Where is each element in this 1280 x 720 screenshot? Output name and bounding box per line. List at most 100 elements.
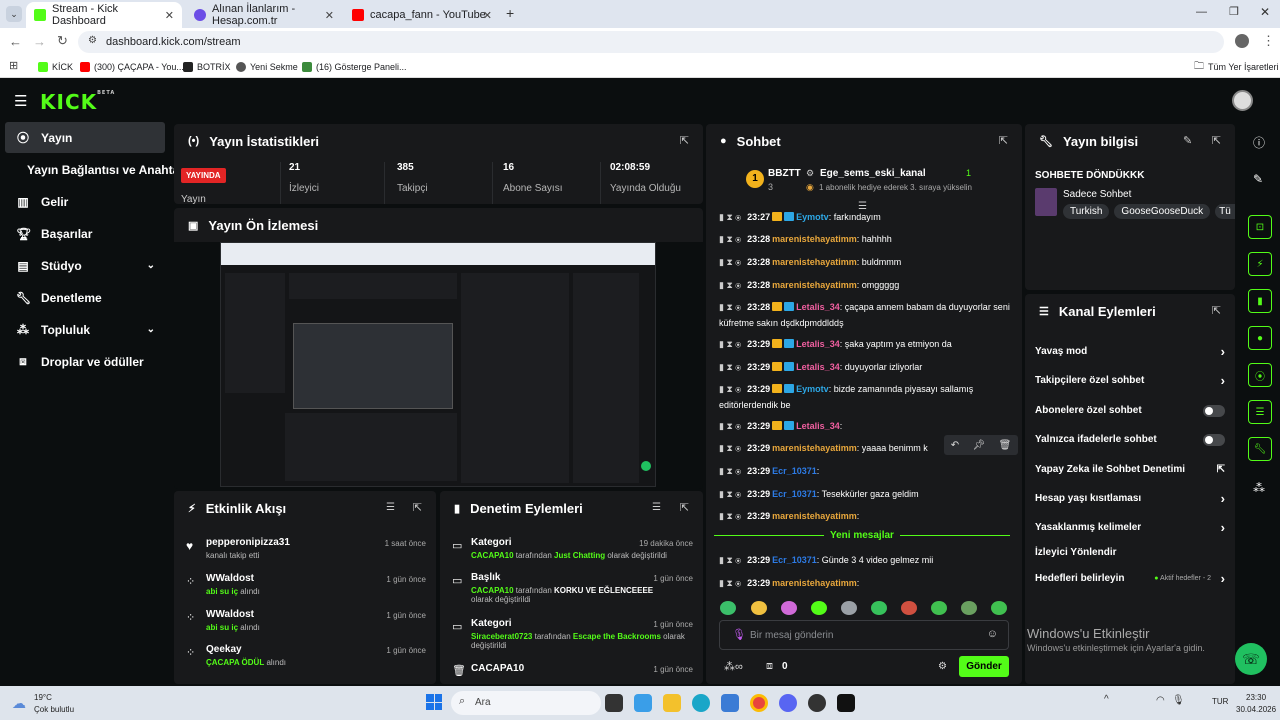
- action-emotes-only[interactable]: Yalnızca ifadelerle sohbet: [1035, 433, 1225, 446]
- quick-action-list-icon[interactable]: ☰: [1248, 400, 1272, 424]
- back-icon[interactable]: ←: [9, 34, 22, 49]
- chat-message[interactable]: ▮ ⧗ ⦿ 23:28 Letalis_34: çaçapa annem babam…: [719, 299, 1014, 331]
- tray-chevron-icon[interactable]: ^: [1104, 694, 1109, 705]
- chat-message[interactable]: ▮ ⧗ ⦿ 23:28 marenistehayatimm: hahhhh: [719, 231, 1014, 247]
- tag[interactable]: Tü: [1215, 204, 1235, 219]
- action-banned-words[interactable]: Yasaklanmış kelimeler ›: [1035, 520, 1225, 535]
- filter-icon[interactable]: ☰: [652, 502, 661, 513]
- action-goals[interactable]: Hedefleri belirleyin ● Aktif hedefler - 2…: [1035, 571, 1225, 586]
- message-username[interactable]: marenistehayatimm: [772, 257, 857, 267]
- action-ai-moderation[interactable]: Yapay Zeka ile Sohbet Denetimi ⇱: [1035, 464, 1225, 475]
- close-window-icon[interactable]: ✕: [1260, 5, 1270, 19]
- filter-icon[interactable]: ☰: [386, 502, 395, 513]
- microphone-icon[interactable]: 🎙︎: [732, 628, 746, 641]
- clock-time[interactable]: 23:30: [1246, 693, 1266, 702]
- chat-message[interactable]: ▮ ⧗ ⦿ 23:28 marenistehayatimm: omggggg: [719, 277, 1014, 293]
- message-username[interactable]: marenistehayatimm: [772, 234, 857, 244]
- message-mod-icons[interactable]: ▮ ⧗ ⦿: [719, 511, 741, 521]
- emote-icon[interactable]: [781, 601, 797, 615]
- bookmark-dashboard[interactable]: (16) Gösterge Paneli...: [302, 60, 407, 74]
- message-username[interactable]: marenistehayatimm: [772, 511, 857, 521]
- quick-action-lightning-icon[interactable]: ⚡︎: [1248, 252, 1272, 276]
- message-username[interactable]: Letalis_34: [796, 362, 840, 372]
- action-subscribers-only[interactable]: Abonelere özel sohbet: [1035, 404, 1225, 417]
- sidebar-item-basarilar[interactable]: 🏆︎ Başarılar: [5, 218, 165, 249]
- emote-icon[interactable]: [961, 601, 977, 615]
- user-avatar[interactable]: [1232, 90, 1253, 111]
- chat-message[interactable]: ▮ ⧗ ⦿ 23:29 marenistehayatimm:: [719, 508, 1014, 524]
- emote-icon[interactable]: [811, 601, 827, 615]
- store-icon[interactable]: [721, 694, 739, 712]
- close-tab-icon[interactable]: ✕: [325, 9, 334, 22]
- tab-youtube[interactable]: cacapa_fann - YouTube ✕: [344, 2, 500, 28]
- message-mod-icons[interactable]: ▮ ⧗ ⦿: [719, 443, 741, 453]
- site-info-icon[interactable]: ⚙: [88, 35, 97, 46]
- stream-preview-video[interactable]: [220, 242, 656, 487]
- chat-message[interactable]: ▮ ⧗ ⦿ 23:29 Letalis_34: şaka yaptım ya etm…: [719, 336, 1014, 352]
- message-mod-icons[interactable]: ▮ ⧗ ⦿: [719, 302, 741, 312]
- apps-grid-icon[interactable]: ⊞: [9, 59, 18, 72]
- pin-icon[interactable]: 📌︎: [972, 440, 985, 451]
- emote-icon[interactable]: [841, 601, 857, 615]
- message-username[interactable]: Eymotv: [796, 384, 829, 394]
- action-followers-only[interactable]: Takipçilere özel sohbet ›: [1035, 373, 1225, 388]
- emotes-only-toggle[interactable]: [1203, 433, 1225, 446]
- emote-icon[interactable]: [901, 601, 917, 615]
- bookmark-botrix[interactable]: BOTRİX: [183, 60, 231, 74]
- file-explorer-icon[interactable]: [663, 694, 681, 712]
- quick-action-wrench-icon[interactable]: 🔧︎: [1248, 437, 1272, 461]
- message-mod-icons[interactable]: ▮ ⧗ ⦿: [719, 257, 741, 267]
- chat-message[interactable]: ▮ ⧗ ⦿ 23:27 Eymotv: farkındayım: [719, 209, 1014, 225]
- message-username[interactable]: Ecr_10371: [772, 489, 817, 499]
- chrome-icon[interactable]: [750, 694, 768, 712]
- copilot-icon[interactable]: [634, 694, 652, 712]
- reload-icon[interactable]: ↻: [57, 33, 68, 49]
- message-username[interactable]: Letalis_34: [796, 421, 840, 431]
- network-icon[interactable]: ◠: [1156, 695, 1165, 706]
- taskview-icon[interactable]: [605, 694, 623, 712]
- popout-icon[interactable]: ⇱: [680, 501, 689, 514]
- new-tab-button[interactable]: +: [506, 5, 514, 21]
- kick-app-icon[interactable]: [837, 694, 855, 712]
- action-slow-mode[interactable]: Yavaş mod ›: [1035, 344, 1225, 359]
- chat-message[interactable]: ▮ ⧗ ⦿ 23:29 marenistehayatimm:: [719, 575, 1014, 591]
- reply-icon[interactable]: ↶: [951, 440, 959, 451]
- edge-icon[interactable]: [692, 694, 710, 712]
- chat-message[interactable]: ▮ ⧗ ⦿ 23:29 Eymotv: bizde zamanında piyasa…: [719, 381, 1014, 413]
- message-username[interactable]: Ecr_10371: [772, 466, 817, 476]
- message-mod-icons[interactable]: ▮ ⧗ ⦿: [719, 212, 741, 222]
- microphone-icon[interactable]: 🎙︎: [1172, 695, 1185, 706]
- all-bookmarks[interactable]: 🗀 Tüm Yer İşaretleri: [1194, 60, 1279, 74]
- message-mod-icons[interactable]: ▮ ⧗ ⦿: [719, 362, 741, 372]
- minimize-icon[interactable]: —: [1196, 6, 1207, 18]
- bookmark-new-tab[interactable]: Yeni Sekme: [236, 60, 298, 74]
- tag[interactable]: Turkish: [1063, 204, 1110, 219]
- popout-icon[interactable]: ⇱: [1212, 134, 1221, 147]
- emoji-icon[interactable]: ☺: [987, 628, 998, 640]
- close-tab-icon[interactable]: ✕: [483, 9, 492, 22]
- clock-date[interactable]: 30.04.2026: [1236, 705, 1276, 714]
- message-mod-icons[interactable]: ▮ ⧗ ⦿: [719, 234, 741, 244]
- app-icon[interactable]: [808, 694, 826, 712]
- sidebar-item-yayin[interactable]: ⦿ Yayın: [5, 122, 165, 153]
- send-button[interactable]: Gönder: [959, 656, 1009, 677]
- quick-action-target-icon[interactable]: ⊡: [1248, 215, 1272, 239]
- message-mod-icons[interactable]: ▮ ⧗ ⦿: [719, 489, 741, 499]
- popout-icon[interactable]: ⇱: [999, 134, 1008, 147]
- message-username[interactable]: Ecr_10371: [772, 555, 817, 565]
- message-mod-icons[interactable]: ▮ ⧗ ⦿: [719, 280, 741, 290]
- sidebar-item-denetleme[interactable]: 🔧︎ Denetleme: [5, 282, 165, 313]
- quick-action-shield-icon[interactable]: ▮: [1248, 289, 1272, 313]
- emote-icon[interactable]: [931, 601, 947, 615]
- close-tab-icon[interactable]: ✕: [165, 9, 174, 22]
- action-account-age[interactable]: Hesap yaşı kısıtlaması ›: [1035, 491, 1225, 506]
- weather-icon[interactable]: ☁: [12, 695, 26, 712]
- message-username[interactable]: Letalis_34: [796, 302, 840, 312]
- chat-message[interactable]: ▮ ⧗ ⦿ 23:29 Letalis_34:: [719, 418, 1014, 434]
- sidebar-item-droplar[interactable]: ⧈ Droplar ve ödüller: [5, 346, 165, 377]
- message-username[interactable]: Letalis_34: [796, 339, 840, 349]
- emote-icon[interactable]: [751, 601, 767, 615]
- discord-icon[interactable]: [779, 694, 797, 712]
- sidebar-item-stream-key[interactable]: Yayın Bağlantısı ve Anahtarı: [5, 154, 187, 185]
- bookmark-kick[interactable]: KİCK: [38, 60, 73, 74]
